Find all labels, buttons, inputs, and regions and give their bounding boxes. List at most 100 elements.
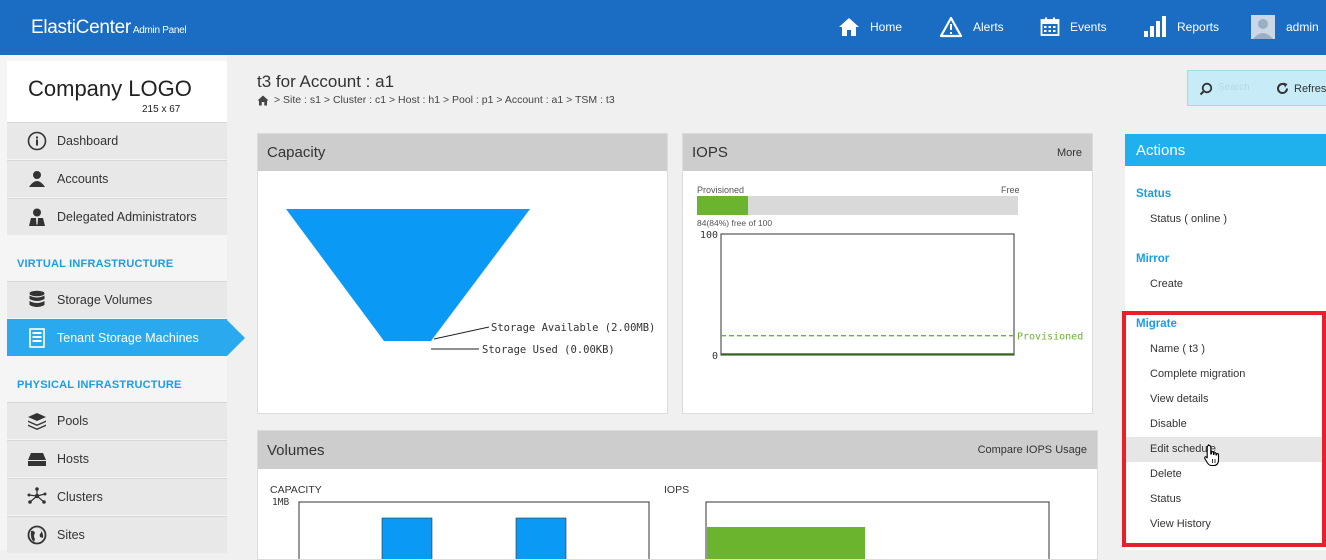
nav-reports[interactable]: Reports: [1143, 12, 1219, 42]
home-icon: [839, 18, 859, 36]
nav-alerts[interactable]: Alerts: [939, 12, 1004, 42]
refresh-button[interactable]: Refresh: [1276, 82, 1326, 95]
free-bar-label: Free: [1001, 185, 1020, 195]
home-icon[interactable]: [257, 95, 269, 106]
capacity-volume-bar[interactable]: [381, 517, 433, 559]
volumes-charts: CAPACITY 1MB IOPS: [270, 484, 1050, 559]
logo-text: Company LOGO: [28, 76, 192, 101]
cluster-icon: [27, 487, 47, 507]
sidebar-item-tenant-storage-machines[interactable]: Tenant Storage Machines: [7, 319, 245, 356]
globe-icon: [27, 525, 47, 545]
sidebar-item-label: Pools: [57, 414, 89, 428]
nav-reports-label: Reports: [1177, 20, 1220, 34]
compare-iops-usage-link[interactable]: Compare IOPS Usage: [978, 444, 1087, 456]
sidebar-item-accounts[interactable]: Accounts: [7, 160, 227, 197]
info-icon: [27, 131, 47, 151]
refresh-icon: [1277, 82, 1288, 94]
search-box[interactable]: Search Refresh: [1187, 70, 1326, 106]
iops-title: IOPS: [692, 144, 728, 161]
company-logo[interactable]: Company LOGO 215 x 67: [7, 61, 227, 122]
capacity-chart-label: CAPACITY: [270, 484, 322, 496]
label-storage-available: Storage Available (2.00MB): [491, 322, 655, 334]
y-axis-max-label: 100: [700, 230, 718, 241]
sidebar-item-storage-volumes[interactable]: Storage Volumes: [7, 281, 227, 318]
migrate-highlight-box: [1122, 311, 1326, 547]
sidebar-item-label: Sites: [57, 528, 85, 542]
capacity-funnel-chart: Storage Available (2.00MB) Storage Used …: [286, 209, 655, 356]
sidebar-item-hosts[interactable]: Hosts: [7, 440, 227, 477]
more-link[interactable]: More: [1057, 147, 1082, 159]
capacity-axis-unit: 1MB: [272, 497, 289, 508]
sidebar: Company LOGO 215 x 67 Dashboard Accounts…: [0, 55, 245, 553]
sidebar-item-label: Hosts: [57, 452, 89, 466]
user-avatar-icon: [1251, 15, 1275, 39]
search-placeholder: Search: [1218, 82, 1250, 93]
brand[interactable]: ElastiCenter Admin Panel: [31, 17, 187, 39]
host-icon: [27, 449, 47, 469]
admin-user-icon: [27, 207, 47, 227]
sidebar-item-label: Clusters: [57, 490, 103, 504]
sidebar-item-delegated-administrators[interactable]: Delegated Administrators: [7, 198, 227, 235]
hand-cursor-icon: [1204, 444, 1220, 467]
iops-panel: IOPS More Provisioned Free 84(84%) free …: [682, 133, 1093, 414]
capacity-volume-plot-area: [298, 501, 650, 559]
tsm-icon: [27, 328, 47, 348]
sidebar-item-label: Delegated Administrators: [57, 210, 197, 224]
breadcrumb: > Site : s1 > Cluster : c1 > Host : h1 >…: [257, 94, 615, 106]
section-virtual-infrastructure: VIRTUAL INFRASTRUCTURE: [17, 258, 174, 270]
calendar-icon: [1040, 17, 1060, 36]
action-status-online[interactable]: Status ( online ): [1125, 207, 1326, 232]
iops-summary: 84(84%) free of 100: [697, 218, 772, 228]
volumes-panel: Volumes Compare IOPS Usage CAPACITY 1MB …: [257, 430, 1098, 560]
action-group-mirror: Mirror: [1136, 253, 1170, 265]
sidebar-item-label: Storage Volumes: [57, 293, 153, 307]
sidebar-item-label: Accounts: [57, 172, 109, 186]
nav-home[interactable]: Home: [838, 12, 902, 42]
nav-alerts-label: Alerts: [973, 20, 1004, 34]
bar-chart-icon: [1144, 16, 1166, 37]
action-group-status: Status: [1136, 188, 1172, 200]
leader-line-available: [433, 326, 490, 340]
refresh-label: Refresh: [1294, 82, 1326, 95]
y-axis-min-label: 0: [712, 351, 718, 362]
capacity-panel: Capacity Storage Available (2.00MB) Stor…: [257, 133, 668, 414]
breadcrumb-path[interactable]: > Site : s1 > Cluster : c1 > Host : h1 >…: [274, 94, 615, 106]
nav-home-label: Home: [870, 20, 903, 34]
logo-size: 215 x 67: [142, 104, 181, 115]
capacity-title: Capacity: [267, 144, 326, 161]
nav-user-label: admin: [1286, 20, 1319, 34]
nav-events[interactable]: Events: [1040, 12, 1107, 42]
layers-icon: [27, 411, 47, 431]
user-icon: [27, 169, 47, 189]
sidebar-item-clusters[interactable]: Clusters: [7, 478, 227, 515]
search-icon: [1199, 82, 1213, 96]
nav-events-label: Events: [1070, 20, 1107, 34]
iops-panel-header: IOPS More: [683, 134, 1092, 171]
iops-chart-label: IOPS: [664, 484, 689, 496]
sidebar-item-label: Dashboard: [57, 134, 119, 148]
sidebar-item-pools[interactable]: Pools: [7, 402, 227, 439]
section-physical-infrastructure: PHYSICAL INFRASTRUCTURE: [17, 379, 182, 391]
provisioned-bar-label: Provisioned: [697, 185, 744, 195]
label-storage-used: Storage Used (0.00KB): [482, 344, 615, 356]
sidebar-item-sites[interactable]: Sites: [7, 516, 227, 553]
capacity-panel-header: Capacity: [258, 134, 667, 171]
iops-volume-bar[interactable]: [707, 527, 865, 559]
volumes-panel-header: Volumes Compare IOPS Usage: [258, 431, 1097, 469]
actions-header: Actions: [1125, 134, 1326, 166]
iops-usage-bar-fill: [697, 196, 748, 215]
volumes-title: Volumes: [267, 441, 325, 459]
capacity-volume-bar[interactable]: [515, 517, 567, 559]
sidebar-item-dashboard[interactable]: Dashboard: [7, 122, 227, 159]
nav-user-menu[interactable]: admin: [1251, 12, 1319, 42]
top-navigation-bar: ElastiCenter Admin Panel Home Alerts Even…: [0, 0, 1326, 55]
action-mirror-create[interactable]: Create: [1125, 272, 1326, 297]
iops-chart: Provisioned Free 84(84%) free of 100 100…: [697, 185, 1083, 362]
brand-subtitle: Admin Panel: [132, 25, 187, 36]
sidebar-item-label: Tenant Storage Machines: [57, 331, 199, 345]
database-icon: [27, 290, 47, 310]
brand-name: ElastiCenter: [31, 17, 131, 38]
page-title: t3 for Account : a1: [257, 72, 395, 91]
iops-plot-area: [720, 233, 1015, 356]
alert-icon: [939, 16, 963, 38]
